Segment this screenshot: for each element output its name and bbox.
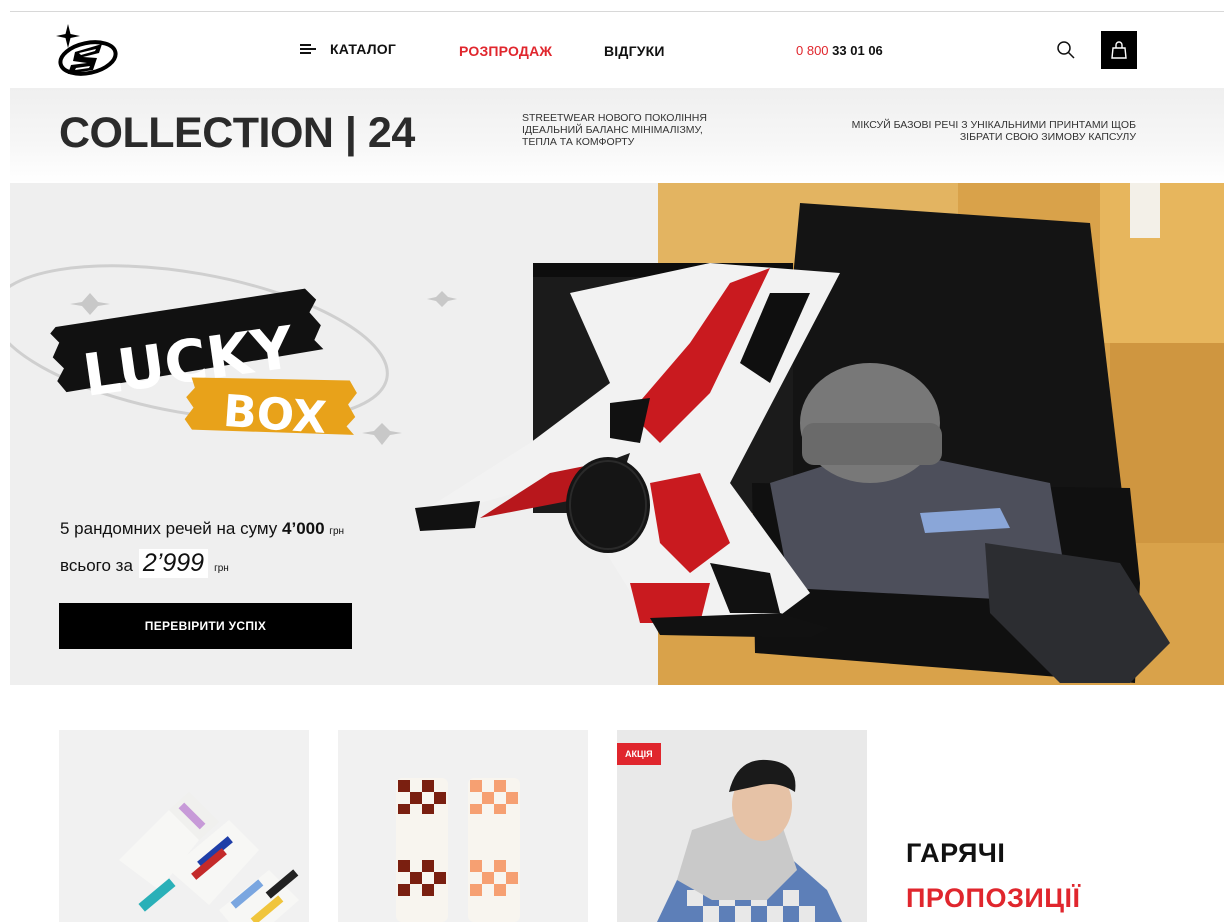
- price-currency: грн: [214, 563, 229, 574]
- collection-description: МІКСУЙ БАЗОВІ РЕЧІ З УНІКАЛЬНИМИ ПРИНТАМ…: [851, 119, 1136, 143]
- offer-amount: 4’000: [282, 519, 325, 538]
- collection-title: COLLECTION | 24: [59, 109, 415, 157]
- sparkle-icon: [427, 291, 457, 307]
- search-button[interactable]: [1056, 40, 1076, 60]
- phone-number[interactable]: 0 800 33 01 06: [796, 43, 883, 58]
- collection-tagline: STREETWEAR НОВОГО ПОКОЛІННЯ ІДЕАЛЬНИЙ БА…: [522, 112, 707, 148]
- product-image: [396, 778, 520, 922]
- site-header: КАТАЛОГ РОЗПРОДАЖ ВІДГУКИ 0 800 33 01 06: [0, 12, 1224, 88]
- site-logo[interactable]: [56, 22, 118, 80]
- product-image: [119, 792, 299, 922]
- cart-button[interactable]: [1101, 31, 1137, 69]
- nav-reviews[interactable]: ВІДГУКИ: [604, 43, 665, 59]
- product-card-hoodie[interactable]: АКЦІЯ: [617, 730, 867, 922]
- hot-offers-title-line1: ГАРЯЧІ: [906, 838, 1006, 868]
- product-card-socks-checker[interactable]: [338, 730, 588, 922]
- phone-prefix: 0 800: [796, 43, 829, 58]
- sale-badge: АКЦІЯ: [617, 743, 661, 765]
- phone-digits: 33 01 06: [832, 43, 883, 58]
- nav-catalog-label: КАТАЛОГ: [330, 41, 396, 57]
- hero-offer-line: 5 рандомних речей на суму 4’000 грн: [60, 519, 344, 539]
- price-value: 2’999: [138, 549, 209, 578]
- price-text: всього за: [60, 556, 133, 575]
- hero-price-line: всього за 2’999 грн: [60, 549, 229, 578]
- hero-banner[interactable]: smash LUCKY BOX 5 р: [10, 183, 1224, 685]
- search-icon: [1057, 41, 1075, 59]
- shopping-bag-icon: [1111, 41, 1127, 59]
- check-luck-button[interactable]: ПЕРЕВІРИТИ УСПІХ: [59, 603, 352, 649]
- nav-catalog[interactable]: КАТАЛОГ: [300, 41, 396, 57]
- product-card-socks-striped[interactable]: [59, 730, 309, 922]
- offer-currency: грн: [329, 526, 345, 537]
- menu-icon: [300, 44, 316, 54]
- lucky-box-logo: LUCKY BOX: [50, 288, 357, 444]
- offer-text: 5 рандомних речей на суму: [60, 519, 278, 538]
- round-pouch: [566, 457, 650, 553]
- hot-offers-title-line2: ПРОПОЗИЦІЇ: [906, 883, 1081, 913]
- box-word: BOX: [222, 386, 329, 444]
- nav-sale[interactable]: РОЗПРОДАЖ: [459, 43, 552, 59]
- logo-star-s-icon: [56, 24, 118, 76]
